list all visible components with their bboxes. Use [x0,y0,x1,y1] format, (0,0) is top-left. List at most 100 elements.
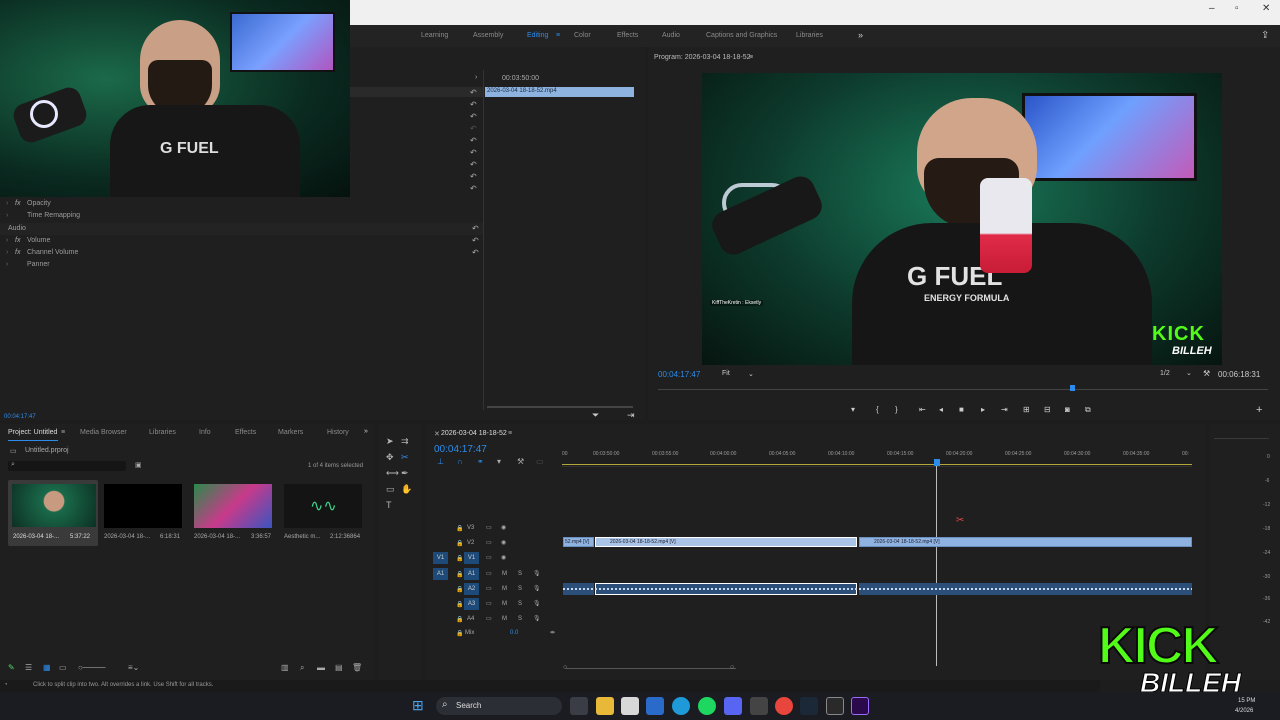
track-label-v1[interactable]: V1 [464,552,479,564]
mute-button[interactable]: M [502,601,507,607]
export-frame-icon[interactable]: ◙ [1065,405,1070,414]
solo-button[interactable]: S [518,616,522,622]
solo-button[interactable]: S [518,571,522,577]
reset-icon[interactable]: ↶ [472,236,479,245]
discord-icon[interactable] [724,697,742,715]
icon-view-icon[interactable]: ▦ [43,663,51,672]
export-icon[interactable]: ⇥ [627,410,635,421]
add-marker-icon[interactable]: ▾ [851,405,855,414]
ec-row-volume[interactable]: › fx Volume ↶ [0,235,483,247]
workspace-tab[interactable]: Captions and Graphics [706,32,777,39]
workspace-tab[interactable]: Audio [662,32,680,39]
captions-icon[interactable]: ▭ [536,457,544,466]
track-label-a3[interactable]: A3 [464,598,479,610]
tab-menu-icon[interactable]: ≡ [61,429,65,436]
steam-icon[interactable] [800,697,818,715]
thumbnail-4-audio[interactable]: ∿∿ [284,484,362,528]
expand-arrow-icon[interactable]: › [6,261,8,268]
sync-lock-icon[interactable]: ▭ [486,524,492,531]
ec-row-channel-volume[interactable]: › fx Channel Volume ↶ [0,247,483,259]
mute-button[interactable]: M [502,616,507,622]
ec-row-opacity[interactable]: › fx Opacity [0,198,483,210]
eye-icon[interactable]: ◉ [501,539,506,546]
more-tabs-icon[interactable]: » [364,428,368,435]
program-scrubber[interactable] [658,389,1268,390]
sequence-menu-icon[interactable]: ≡ [508,430,512,437]
step-forward-icon[interactable]: ▸ [981,405,985,414]
lock-icon[interactable]: 🔒 [456,601,463,608]
reset-icon[interactable]: ↶ [472,248,479,257]
lock-icon[interactable]: 🔒 [456,571,463,578]
timeline-timecode[interactable]: 00:04:17:47 [434,444,487,455]
chevron-down-icon[interactable]: ⌄ [748,370,754,378]
lock-icon[interactable]: 🔒 [456,616,463,623]
selection-tool-icon[interactable]: ➤ [386,436,394,447]
tab-project[interactable]: Project: Untitled [8,429,57,436]
ec-scrollbar[interactable] [487,406,633,408]
step-back-icon[interactable]: ◂ [939,405,943,414]
clip-v2-right[interactable]: 2026-03-04 18-18-52.mp4 [V] [859,537,1192,547]
reset-icon[interactable]: ↶ [470,160,482,172]
sync-lock-icon[interactable]: ▭ [486,539,492,546]
reset-icon[interactable]: ↶ [470,184,482,196]
mix-value[interactable]: 0.0 [510,630,518,636]
epic-games-icon[interactable] [826,697,844,715]
reset-icon[interactable]: ↶ [472,224,479,233]
sync-lock-icon[interactable]: ▭ [486,585,492,592]
mic-icon[interactable]: 🎙 [533,600,541,607]
taskbar-search[interactable]: ⌕ Search [436,697,562,715]
tab-markers[interactable]: Markers [278,429,303,436]
chevron-down-icon[interactable]: ⌄ [1186,369,1192,377]
mute-button[interactable]: M [502,586,507,592]
program-monitor-video[interactable]: G FUEL ENERGY FORMULA KiffTheKretin : Ek… [702,73,1222,365]
reset-icon[interactable]: ↶ [470,124,482,136]
task-view-icon[interactable] [570,697,588,715]
lock-icon[interactable]: 🔒 [456,525,463,532]
workspace-tab[interactable]: Color [574,32,591,39]
eye-icon[interactable]: ◉ [501,524,506,531]
sync-lock-icon[interactable]: ▭ [486,570,492,577]
expand-arrow-icon[interactable]: › [6,249,8,256]
reset-icon[interactable]: ↶ [470,88,482,100]
more-workspaces-icon[interactable]: » [858,30,863,40]
sync-lock-icon[interactable]: ▭ [486,615,492,622]
expand-arrow-icon[interactable]: › [6,200,8,207]
edge-icon[interactable] [672,697,690,715]
timeline-settings-icon[interactable]: ⚒ [517,457,524,466]
freeform-view-icon[interactable]: ▭ [59,663,67,672]
lock-icon[interactable]: 🔒 [456,586,463,593]
ec-clip-bar[interactable]: 2026-03-04 18-18-52.mp4 [485,87,634,97]
ripple-edit-tool-icon[interactable]: ✥ [386,452,394,463]
premiere-pro-icon[interactable] [851,697,869,715]
lock-icon[interactable]: 🔒 [456,540,463,547]
new-bin-footer-icon[interactable]: ▬ [317,663,325,672]
track-label-a1[interactable]: A1 [464,568,479,580]
source-patch-a1[interactable]: A1 [433,568,448,580]
go-to-in-icon[interactable]: ⇤ [919,405,926,414]
razor-tool-icon[interactable]: ✂ [401,452,409,463]
mix-expand-icon[interactable]: ⇹ [550,629,555,636]
extract-icon[interactable]: ⊟ [1044,405,1051,414]
tab-effects[interactable]: Effects [235,429,256,436]
solo-button[interactable]: S [518,586,522,592]
workspace-tab[interactable]: Learning [421,32,448,39]
spotify-icon[interactable] [698,697,716,715]
new-bin-icon[interactable]: ▣ [135,461,142,469]
pen-tool-icon[interactable]: ✒ [401,468,409,479]
thumbnail-3[interactable] [194,484,272,528]
restore-button[interactable]: ▫ [1235,3,1239,14]
tab-media-browser[interactable]: Media Browser [80,429,127,436]
project-search-input[interactable] [8,461,126,471]
tab-history[interactable]: History [327,429,349,436]
expand-arrow-icon[interactable]: › [6,212,8,219]
outlook-icon[interactable] [646,697,664,715]
new-item-icon[interactable]: ▤ [335,663,343,672]
sequence-tab[interactable]: 2026-03-04 18-18-52 [441,430,507,437]
mic-icon[interactable]: 🎙 [533,615,541,622]
workspace-tab[interactable]: Effects [617,32,638,39]
ec-row-time-remapping[interactable]: › Time Remapping [0,210,483,222]
mute-button[interactable]: M [502,571,507,577]
settings-wrench-icon[interactable]: ⚒ [1203,369,1210,378]
sort-icon[interactable]: ≡⌄ [128,663,139,672]
fx-icon[interactable]: fx [15,200,20,207]
